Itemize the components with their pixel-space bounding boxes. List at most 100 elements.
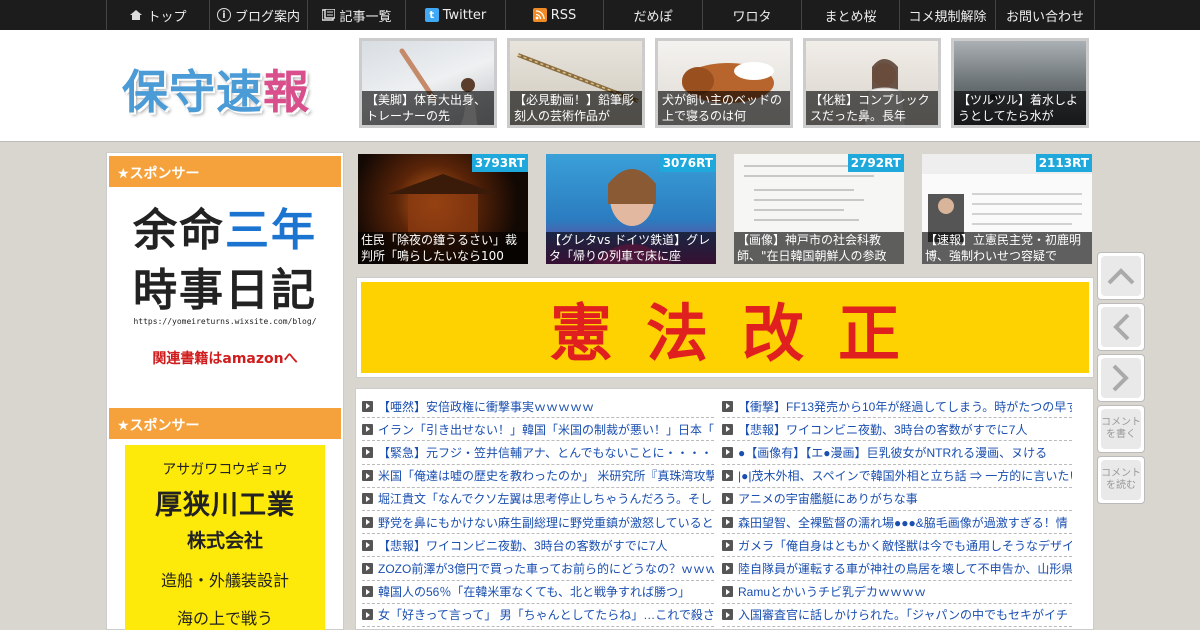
nav-article-list[interactable]: 記事一覧	[308, 0, 406, 30]
thumb-caption: 【必見動画！】鉛筆彫刻人の芸術作品が	[510, 91, 642, 125]
sponsor-ad-yomei[interactable]: 余命三年 時事日記 https://yomeireturns.wixsite.c…	[109, 189, 341, 389]
write-comment-button[interactable]: コメントを書く	[1097, 405, 1145, 453]
sponsor-ad-asagawa[interactable]: アサガワコウギョウ 厚狭川工業 株式会社 造船・外艤装設計 海の上で戦う	[125, 445, 325, 630]
arrow-bullet-icon	[722, 586, 733, 598]
info-icon: i	[216, 8, 231, 22]
nav-article-list-label: 記事一覧	[339, 9, 392, 25]
thumb-caption: 【ツルツル】着水しようとしてたら水が	[954, 91, 1086, 125]
arrow-bullet-icon	[722, 400, 733, 412]
ad1-amazon-link[interactable]: 関連書籍はamazonへ	[109, 348, 341, 368]
ranking-item-2[interactable]: 3076RT 【グレタvs ドイツ鉄道】グレタ「帰りの列車で床に座	[546, 154, 716, 264]
list-item[interactable]: 入国審査官に話しかけられた。「ジャパンの中でもセキがイチ	[722, 604, 1072, 627]
list-item-title: 野党を鼻にもかけない麻生副総理に野党重鎮が激怒しているとか	[378, 515, 714, 530]
logo-text-main: 保守速	[122, 65, 263, 119]
chevron-up-icon	[1101, 256, 1141, 296]
read-comment-button[interactable]: コメントを読む	[1097, 456, 1145, 504]
ranking-caption: 【グレタvs ドイツ鉄道】グレタ「帰りの列車で床に座	[546, 232, 716, 264]
previous-article-button[interactable]	[1097, 303, 1145, 351]
nav-matome-sakura[interactable]: まとめ桜	[802, 0, 900, 30]
scroll-top-button[interactable]	[1097, 252, 1145, 300]
list-item-title: 森田望智、全裸監督の濡れ場●●●&脇毛画像が過激すぎる！情	[738, 515, 1068, 530]
banner-text: 憲法改正	[361, 282, 1089, 373]
header-thumb-5[interactable]: 【ツルツル】着水しようとしてたら水が	[951, 38, 1089, 128]
arrow-bullet-icon	[722, 516, 733, 528]
list-item[interactable]: 韓国人の56％「在韓米軍なくても、北と戦争すれば勝つ」	[362, 581, 714, 604]
nav-damepo[interactable]: だめぽ	[604, 0, 703, 30]
header-thumb-4[interactable]: 【化粧】コンプレックスだった鼻。長年	[803, 38, 941, 128]
list-item[interactable]: |●|茂木外相、スペインで韓国外相と立ち話 ⇒ 一方的に言いたい	[722, 465, 1072, 488]
ad2-tagline: 海の上で戦う	[176, 609, 273, 628]
nav-blog-info-label: ブログ案内	[234, 9, 300, 25]
arrow-bullet-icon	[362, 609, 373, 621]
chevron-left-icon	[1101, 307, 1141, 347]
list-item-title: アニメの宇宙艦艇にありがちな事	[738, 492, 918, 507]
list-item-title: 陸自隊員が運転する車が神社の鳥居を壊して不申告か、山形県	[738, 561, 1072, 576]
ranking-item-3[interactable]: 2792RT 【画像】神戸市の社会科教師、"在日韓国朝鮮人の参政	[734, 154, 904, 264]
nav-warota-label: ワロタ	[732, 9, 772, 25]
list-icon	[321, 8, 335, 22]
ranking-caption: 【速報】立憲民主党・初鹿明博、強制わいせつ容疑で	[922, 232, 1092, 264]
ad1-url: https://yomeireturns.wixsite.com/blog/	[133, 317, 317, 326]
header-thumb-1[interactable]: 【美脚】体育大出身、トレーナーの先	[359, 38, 497, 128]
nav-comment-unblock-label: コメ規制解除	[908, 9, 987, 25]
list-item[interactable]: 【緊急】元フジ・笠井信輔アナ、とんでもないことに・・・・	[362, 441, 714, 465]
list-item[interactable]: ZOZO前澤が3億円で買った車ってお前ら的にどうなの？ｗｗｗ	[362, 557, 714, 581]
ad2-kana: アサガワコウギョウ	[162, 462, 288, 478]
nav-comment-unblock[interactable]: コメ規制解除	[900, 0, 996, 30]
nav-contact-label: お問い合わせ	[1005, 9, 1084, 25]
ad2-corp: 株式会社	[186, 530, 263, 552]
nav-twitter[interactable]: t Twitter	[406, 0, 506, 30]
arrow-bullet-icon	[362, 539, 373, 551]
list-item[interactable]: ●【画像有】【エ●漫画】巨乳彼女がNTRれる漫画、ヌける	[722, 441, 1072, 465]
ranking-item-4[interactable]: 2113RT 【速報】立憲民主党・初鹿明博、強制わいせつ容疑で	[922, 154, 1092, 264]
list-item[interactable]: イラン「引き出せない！」韓国「米国の制裁が悪い！」日本「	[362, 418, 714, 442]
list-item[interactable]: 【唖然】安倍政権に衝撃事実ｗｗｗｗｗ	[362, 395, 714, 419]
next-article-button[interactable]	[1097, 354, 1145, 402]
nav-top[interactable]: トップ	[106, 0, 210, 30]
ad2-company-name: 厚狭川工業	[155, 490, 295, 521]
list-item[interactable]: 米国「俺達は嘘の歴史を教わったのか」 米研究所『真珠湾攻撃	[362, 465, 714, 488]
retweet-count-badge: 2113RT	[1035, 154, 1092, 172]
arrow-bullet-icon	[722, 609, 733, 621]
ranking-caption: 【画像】神戸市の社会科教師、"在日韓国朝鮮人の参政	[734, 232, 904, 264]
ad1-line1-b: 三年	[225, 205, 317, 256]
list-item[interactable]: 【衝撃】FF13発売から10年が経過してしまう。時がたつの早す	[722, 395, 1072, 419]
nav-rss[interactable]: RSS	[506, 0, 604, 30]
sponsor-heading: ★スポンサー	[109, 155, 341, 187]
arrow-bullet-icon	[362, 586, 373, 598]
nav-matome-sakura-label: まとめ桜	[824, 9, 877, 25]
list-item[interactable]: ガメラ「俺自身はともかく敵怪獣は今でも通用しそうなデザイ	[722, 534, 1072, 558]
retweet-count-badge: 3076RT	[659, 154, 716, 172]
arrow-bullet-icon	[362, 400, 373, 412]
list-item[interactable]: 森田望智、全裸監督の濡れ場●●●&脇毛画像が過激すぎる！情	[722, 511, 1072, 535]
list-item-title: 米国「俺達は嘘の歴史を教わったのか」 米研究所『真珠湾攻撃	[378, 469, 714, 484]
list-item[interactable]: 堀江貴文「なんでクソ左翼は思考停止しちゃうんだろう。そし	[362, 488, 714, 511]
sidebar: ★スポンサー 余命三年 時事日記 https://yomeireturns.wi…	[106, 152, 344, 630]
list-item[interactable]: 野党を鼻にもかけない麻生副総理に野党重鎮が激怒しているとか	[362, 511, 714, 535]
twitter-icon: t	[424, 8, 439, 22]
write-comment-label: コメントを書く	[1101, 409, 1141, 449]
nav-blog-info[interactable]: i ブログ案内	[210, 0, 308, 30]
site-logo[interactable]: 保守速報	[122, 56, 310, 122]
list-item[interactable]: 【悲報】ワイコンビニ夜勤、3時台の客数がすでに7人	[722, 418, 1072, 442]
list-item[interactable]: 女「好きって言って」 男「ちゃんとしてたらね」…これで殺さ	[362, 604, 714, 627]
arrow-bullet-icon	[362, 423, 373, 435]
arrow-bullet-icon	[362, 516, 373, 528]
list-item[interactable]: アニメの宇宙艦艇にありがちな事	[722, 488, 1072, 511]
nav-warota[interactable]: ワロタ	[703, 0, 802, 30]
arrow-bullet-icon	[362, 562, 373, 574]
header-thumb-3[interactable]: 犬が飼い主のベッドの上で寝るのは何	[655, 38, 793, 128]
constitution-banner[interactable]: 憲法改正	[356, 277, 1094, 378]
ranking-item-1[interactable]: 3793RT 住民「除夜の鐘うるさい」裁判所「鳴らしたいなら100	[358, 154, 528, 264]
list-item[interactable]: 【悲報】ワイコンビニ夜勤、3時台の客数がすでに7人	[362, 534, 714, 558]
list-item-title: 堀江貴文「なんでクソ左翼は思考停止しちゃうんだろう。そし	[378, 492, 712, 507]
list-item[interactable]: 陸自隊員が運転する車が神社の鳥居を壊して不申告か、山形県	[722, 557, 1072, 581]
list-item-title: |●|茂木外相、スペインで韓国外相と立ち話 ⇒ 一方的に言いたい	[738, 469, 1072, 484]
list-item-title: 【悲報】ワイコンビニ夜勤、3時台の客数がすでに7人	[738, 422, 1028, 437]
list-item[interactable]: Ramuとかいうチビ乳デカｗｗｗｗ	[722, 581, 1072, 604]
header-thumb-2[interactable]: 【必見動画！】鉛筆彫刻人の芸術作品が	[507, 38, 645, 128]
arrow-bullet-icon	[362, 470, 373, 482]
list-item-title: 女「好きって言って」 男「ちゃんとしてたらね」…これで殺さ	[378, 608, 714, 623]
nav-contact[interactable]: お問い合わせ	[996, 0, 1095, 30]
list-item-title: ●【画像有】【エ●漫画】巨乳彼女がNTRれる漫画、ヌける	[738, 445, 1048, 460]
